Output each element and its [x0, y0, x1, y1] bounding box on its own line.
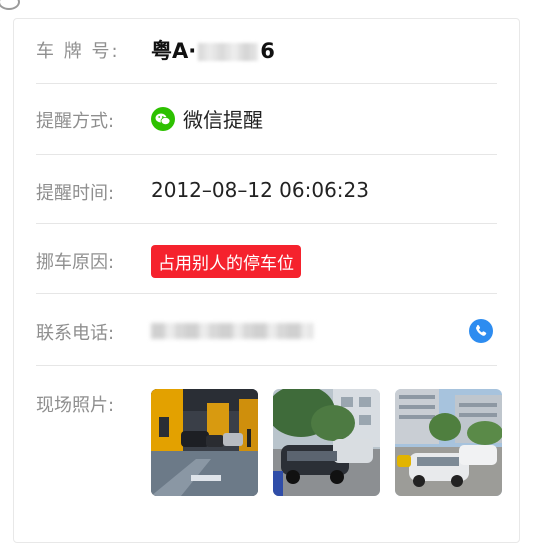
plate-prefix: 粤A· — [151, 39, 197, 63]
row-remind-time: 提醒时间: 2012–08–12 06:06:23 — [36, 154, 497, 224]
plate-label: 车 牌 号: — [36, 41, 120, 62]
phone-redaction — [151, 323, 313, 339]
remind-method-label: 提醒方式: — [36, 111, 115, 132]
plate-value: 粤A· 6 — [151, 35, 275, 65]
reason-badge: 占用别人的停车位 — [151, 245, 301, 278]
plate-redaction — [198, 43, 259, 61]
wechat-icon — [151, 106, 175, 131]
call-button[interactable] — [469, 319, 493, 343]
photo-list — [151, 389, 502, 496]
reason-label: 挪车原因: — [36, 252, 115, 273]
remind-time-value: 2012–08–12 06:06:23 — [151, 178, 369, 202]
phone-label: 联系电话: — [36, 323, 115, 344]
info-card: 车 牌 号: 粤A· 6 提醒方式: 微信提醒 提醒时间: 2012–08–12 … — [13, 18, 520, 543]
phone-icon — [476, 324, 487, 336]
row-photos: 现场照片: — [36, 365, 502, 525]
plate-suffix: 6 — [260, 39, 275, 63]
scene-photo-3[interactable] — [395, 389, 502, 496]
phone-value — [151, 320, 313, 344]
scene-photo-1[interactable] — [151, 389, 258, 496]
row-plate: 车 牌 号: 粤A· 6 — [36, 19, 497, 84]
row-phone: 联系电话: — [36, 293, 497, 366]
remind-time-label: 提醒时间: — [36, 183, 115, 204]
remind-method-text: 微信提醒 — [183, 108, 263, 132]
corner-decoration — [0, 0, 20, 10]
scene-photo-2[interactable] — [273, 389, 380, 496]
photos-label: 现场照片: — [36, 395, 115, 416]
row-remind-method: 提醒方式: 微信提醒 — [36, 83, 497, 155]
row-reason: 挪车原因: 占用别人的停车位 — [36, 223, 497, 294]
remind-method-value: 微信提醒 — [151, 104, 263, 133]
